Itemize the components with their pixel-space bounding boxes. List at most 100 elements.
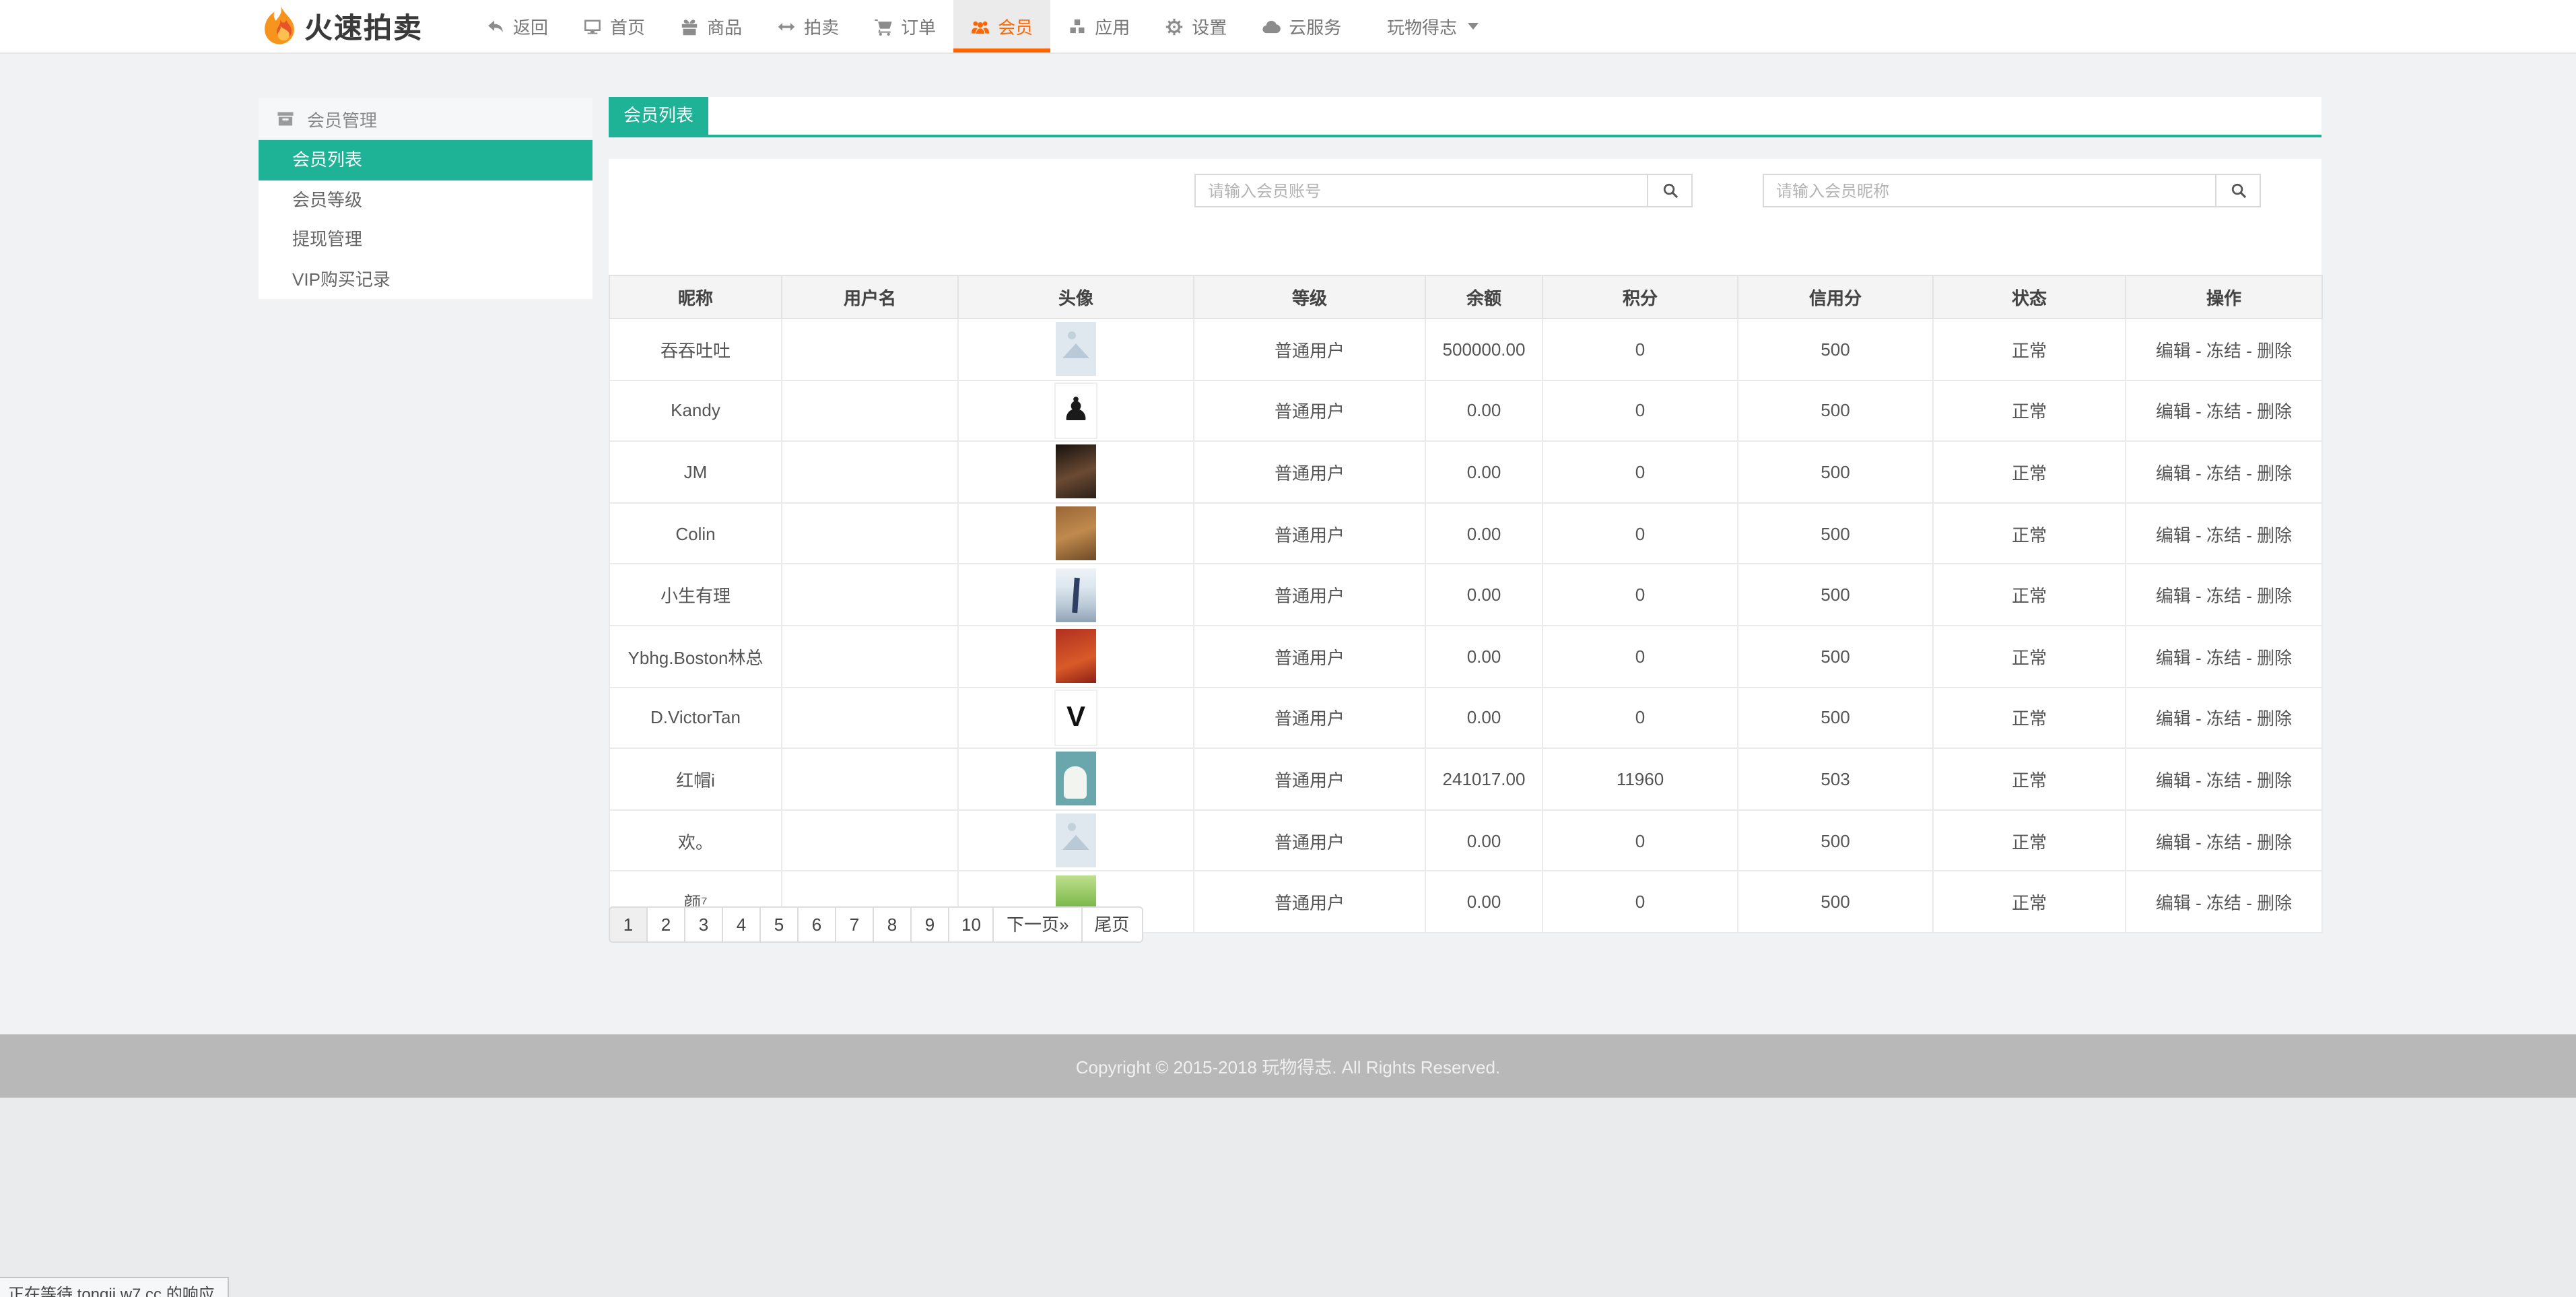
delete-link[interactable]: 删除: [2257, 586, 2292, 606]
delete-link[interactable]: 删除: [2257, 893, 2292, 913]
edit-link[interactable]: 编辑: [2156, 525, 2191, 545]
pagination-next[interactable]: 下一页»: [994, 906, 1083, 943]
pagination-page-3[interactable]: 3: [685, 906, 723, 943]
freeze-link[interactable]: 冻结: [2206, 525, 2241, 545]
pagination-page-5[interactable]: 5: [761, 906, 799, 943]
delete-link[interactable]: 删除: [2257, 525, 2292, 545]
stage: 火速拍卖 返回 首页 商品 拍卖 订单 会员 应用 设置 云服务 玩物得志 会员管理 会员列表会…: [0, 0, 2576, 1297]
cell-username: [781, 809, 959, 872]
cell-actions: 编辑 - 冻结 - 删除: [2125, 440, 2323, 504]
cell-level: 普通用户: [1193, 809, 1426, 872]
nav-item-label: 云服务: [1289, 18, 1342, 38]
nav-item-orders[interactable]: 订单: [856, 0, 953, 53]
delete-link[interactable]: 删除: [2257, 463, 2292, 484]
user-menu-dropdown[interactable]: 玩物得志: [1387, 0, 1479, 53]
cell-nickname: JM: [609, 440, 782, 504]
pagination-page-1[interactable]: 1: [609, 906, 648, 943]
cell-avatar: [957, 563, 1194, 626]
delete-link[interactable]: 删除: [2257, 832, 2292, 852]
edit-link[interactable]: 编辑: [2156, 709, 2191, 729]
table-row: 小生有理 普通用户 0.00 0 500 正常 编辑 - 冻结 - 删除: [609, 563, 2323, 626]
avatar[interactable]: [1056, 568, 1096, 622]
sidebar-item-member-level[interactable]: 会员等级: [259, 180, 592, 220]
avatar[interactable]: [1056, 444, 1096, 499]
exchange-icon: [777, 17, 796, 36]
freeze-link[interactable]: 冻结: [2206, 832, 2241, 852]
avatar[interactable]: [1054, 689, 1097, 746]
cart-icon: [874, 17, 893, 36]
avatar[interactable]: [1056, 813, 1096, 868]
edit-link[interactable]: 编辑: [2156, 770, 2191, 791]
nav-item-back[interactable]: 返回: [469, 0, 566, 53]
pagination-page-10[interactable]: 10: [949, 906, 994, 943]
delete-link[interactable]: 删除: [2257, 648, 2292, 668]
pagination-page-8[interactable]: 8: [874, 906, 912, 943]
nav-item-goods[interactable]: 商品: [663, 0, 759, 53]
cell-nickname: Kandy: [609, 379, 782, 442]
nav-item-auction[interactable]: 拍卖: [759, 0, 856, 53]
pagination-page-2[interactable]: 2: [648, 906, 685, 943]
pagination-page-6[interactable]: 6: [799, 906, 836, 943]
cell-points: 0: [1542, 870, 1738, 933]
delete-link[interactable]: 删除: [2257, 770, 2292, 791]
freeze-link[interactable]: 冻结: [2206, 402, 2241, 422]
nav-item-settings[interactable]: 设置: [1147, 0, 1244, 53]
cell-balance: 0.00: [1425, 686, 1543, 750]
brand-logo[interactable]: 火速拍卖: [261, 0, 423, 53]
cell-status: 正常: [1932, 747, 2126, 811]
column-header: 头像: [957, 275, 1194, 319]
member-nickname-search-input[interactable]: [1763, 174, 2216, 207]
cell-balance: 0.00: [1425, 624, 1543, 688]
brand-text: 火速拍卖: [304, 13, 423, 44]
cell-credit: 500: [1737, 624, 1934, 688]
edit-link[interactable]: 编辑: [2156, 341, 2191, 361]
edit-link[interactable]: 编辑: [2156, 463, 2191, 484]
tab-member-list[interactable]: 会员列表: [609, 97, 709, 135]
freeze-link[interactable]: 冻结: [2206, 648, 2241, 668]
nav-item-apps[interactable]: 应用: [1050, 0, 1147, 53]
sidebar-item-vip-purchase-records[interactable]: VIP购买记录: [259, 259, 592, 299]
edit-link[interactable]: 编辑: [2156, 402, 2191, 422]
cell-status: 正常: [1932, 318, 2126, 381]
freeze-link[interactable]: 冻结: [2206, 709, 2241, 729]
pagination-page-7[interactable]: 7: [836, 906, 874, 943]
delete-link[interactable]: 删除: [2257, 709, 2292, 729]
cell-credit: 503: [1737, 747, 1934, 811]
delete-link[interactable]: 删除: [2257, 402, 2292, 422]
below-footer-area: [0, 1098, 2576, 1297]
delete-link[interactable]: 删除: [2257, 341, 2292, 361]
avatar[interactable]: [1056, 629, 1096, 684]
nav-item-cloud[interactable]: 云服务: [1244, 0, 1359, 53]
cell-username: [781, 747, 959, 811]
cell-username: [781, 379, 959, 442]
freeze-link[interactable]: 冻结: [2206, 463, 2241, 484]
avatar[interactable]: [1056, 752, 1096, 806]
cell-level: 普通用户: [1193, 563, 1426, 626]
cell-nickname: D.VictorTan: [609, 686, 782, 750]
edit-link[interactable]: 编辑: [2156, 832, 2191, 852]
cell-status: 正常: [1932, 502, 2126, 565]
member-account-search-button[interactable]: [1648, 174, 1693, 207]
edit-link[interactable]: 编辑: [2156, 893, 2191, 913]
freeze-link[interactable]: 冻结: [2206, 586, 2241, 606]
avatar[interactable]: [1054, 382, 1097, 439]
freeze-link[interactable]: 冻结: [2206, 341, 2241, 361]
nav-item-members[interactable]: 会员: [953, 0, 1051, 53]
edit-link[interactable]: 编辑: [2156, 586, 2191, 606]
avatar[interactable]: [1056, 506, 1096, 561]
member-account-search-input[interactable]: [1194, 174, 1648, 207]
pagination-last[interactable]: 尾页: [1082, 906, 1143, 943]
freeze-link[interactable]: 冻结: [2206, 893, 2241, 913]
cell-level: 普通用户: [1193, 440, 1426, 504]
sidebar-item-member-list[interactable]: 会员列表: [259, 140, 592, 180]
pagination-page-9[interactable]: 9: [912, 906, 949, 943]
footer: Copyright © 2015-2018 玩物得志. All Rights R…: [0, 1034, 2576, 1098]
member-nickname-search-button[interactable]: [2216, 174, 2261, 207]
nav-item-home[interactable]: 首页: [566, 0, 663, 53]
sidebar-item-withdraw-management[interactable]: 提现管理: [259, 220, 592, 259]
pagination-page-4[interactable]: 4: [723, 906, 761, 943]
cell-level: 普通用户: [1193, 318, 1426, 381]
avatar[interactable]: [1056, 322, 1096, 376]
freeze-link[interactable]: 冻结: [2206, 770, 2241, 791]
edit-link[interactable]: 编辑: [2156, 648, 2191, 668]
